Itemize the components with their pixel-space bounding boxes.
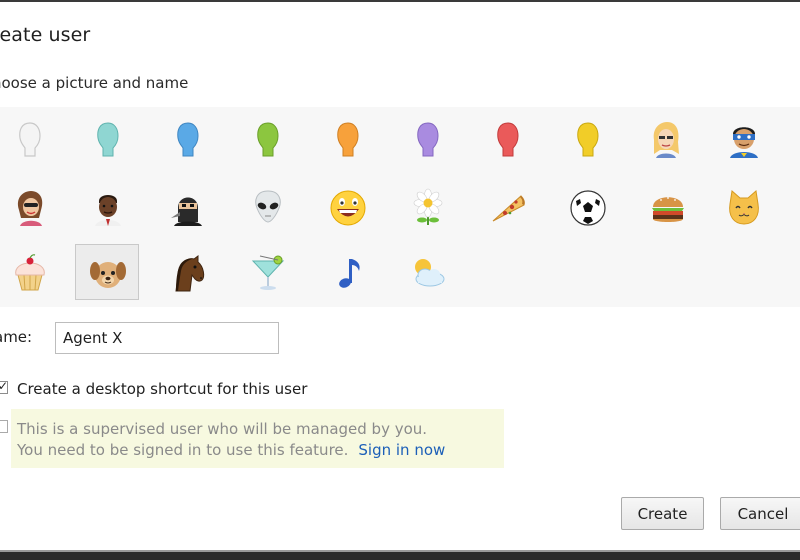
businessman-icon — [95, 195, 121, 226]
music-note-icon — [339, 259, 360, 288]
sun-cloud-icon — [415, 259, 445, 287]
window-bottom-border — [0, 552, 800, 560]
avatar-hamburger[interactable] — [636, 180, 700, 236]
green-silhouette-icon — [257, 122, 279, 157]
superhero-icon — [730, 127, 758, 158]
name-input[interactable] — [55, 322, 279, 354]
avatar-teal-silhouette[interactable] — [76, 112, 140, 168]
white-silhouette-icon — [19, 122, 41, 157]
avatar-pizza-slice[interactable] — [476, 180, 540, 236]
avatar-superhero[interactable] — [712, 112, 776, 168]
sign-in-note-text: You need to be signed in to use this fea… — [17, 441, 349, 459]
cancel-button[interactable]: Cancel — [720, 497, 800, 530]
red-silhouette-icon — [497, 122, 519, 157]
avatar-grinning-face[interactable] — [316, 180, 380, 236]
avatar-purple-silhouette[interactable] — [396, 112, 460, 168]
dialog-title: reate user — [0, 24, 91, 46]
create-button[interactable]: Create — [621, 497, 704, 530]
supervised-user-checkbox[interactable] — [0, 420, 8, 433]
supervised-user-label: This is a supervised user who will be ma… — [17, 420, 428, 438]
avatar-horse[interactable] — [156, 245, 220, 301]
woman-sunglasses-icon — [17, 191, 43, 226]
soccer-ball-icon — [570, 190, 606, 226]
grinning-face-icon — [330, 190, 366, 226]
daisy-icon — [413, 188, 443, 225]
teal-silhouette-icon — [97, 122, 119, 157]
avatar-red-silhouette[interactable] — [476, 112, 540, 168]
pizza-slice-icon — [492, 195, 525, 222]
sign-in-note: You need to be signed in to use this fea… — [17, 441, 445, 459]
desktop-shortcut-label[interactable]: Create a desktop shortcut for this user — [17, 380, 307, 398]
yellow-silhouette-icon — [577, 122, 599, 157]
avatar-blonde-woman[interactable] — [634, 112, 698, 168]
avatar-daisy[interactable] — [396, 180, 460, 236]
orange-silhouette-icon — [337, 122, 359, 157]
avatar-blue-silhouette[interactable] — [156, 112, 220, 168]
cocktail-glass-icon — [251, 255, 285, 290]
avatar-sun-cloud[interactable] — [396, 245, 460, 301]
avatar-alien[interactable] — [236, 180, 300, 236]
horse-icon — [175, 255, 205, 292]
avatar-cocktail-glass[interactable] — [236, 245, 300, 301]
puppy-icon — [90, 262, 126, 288]
name-label: ame: — [0, 328, 33, 346]
hamburger-icon — [652, 197, 684, 222]
avatar-businessman[interactable] — [76, 180, 140, 236]
avatar-cupcake[interactable] — [0, 245, 62, 301]
avatar-cat[interactable] — [712, 180, 776, 236]
alien-icon — [255, 190, 281, 223]
dialog-subtitle: hoose a picture and name — [0, 74, 189, 92]
purple-silhouette-icon — [417, 122, 439, 157]
avatar-ninja[interactable] — [156, 180, 220, 236]
avatar-white-silhouette[interactable] — [0, 112, 62, 168]
blue-silhouette-icon — [177, 122, 199, 157]
cat-icon — [729, 190, 759, 225]
avatar-orange-silhouette[interactable] — [316, 112, 380, 168]
avatar-picker — [0, 107, 800, 307]
supervised-user-panel: This is a supervised user who will be ma… — [11, 409, 504, 468]
ninja-icon — [171, 197, 202, 226]
cupcake-icon — [15, 254, 45, 291]
checkmark-icon: ✓ — [0, 379, 9, 393]
avatar-woman-sunglasses[interactable] — [0, 180, 62, 236]
desktop-shortcut-checkbox[interactable]: ✓ — [0, 379, 9, 394]
blonde-woman-icon — [653, 122, 679, 158]
avatar-green-silhouette[interactable] — [236, 112, 300, 168]
window-top-border — [0, 0, 800, 2]
avatar-yellow-silhouette[interactable] — [556, 112, 620, 168]
avatar-soccer-ball[interactable] — [556, 180, 620, 236]
sign-in-link[interactable]: Sign in now — [358, 441, 445, 459]
avatar-music-note[interactable] — [316, 245, 380, 301]
avatar-puppy[interactable] — [75, 244, 139, 300]
